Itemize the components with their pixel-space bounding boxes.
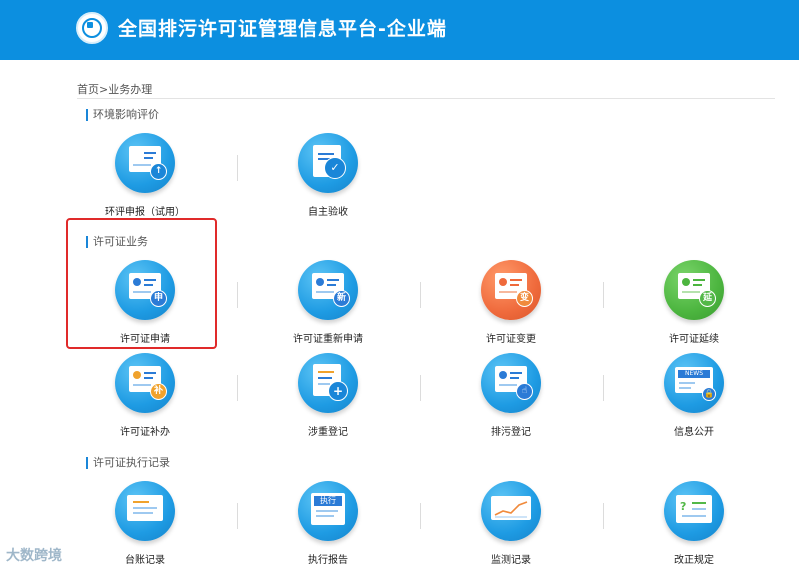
license-extend-button[interactable]: 延 许可证延续: [619, 260, 769, 350]
item-label: 改正规定: [674, 555, 714, 566]
license-extend-icon: 延: [664, 260, 724, 320]
item-label: 台账记录: [125, 555, 165, 566]
execution-report-icon: 执行: [298, 481, 358, 541]
rectification-icon: ?: [664, 481, 724, 541]
news-disclosure-icon: NEWS 🔒: [664, 353, 724, 413]
divider: [603, 375, 604, 401]
monitoring-record-button[interactable]: 监测记录: [436, 481, 586, 571]
execution-report-button[interactable]: 执行 执行报告: [253, 481, 403, 571]
checklist-icon: ✓: [298, 133, 358, 193]
license-reapply-button[interactable]: 新 许可证重新申请: [253, 260, 403, 350]
license-reissue-icon: 补: [115, 353, 175, 413]
item-label: 自主验收: [308, 207, 348, 218]
top-header: 全国排污许可证管理信息平台-企业端: [0, 0, 799, 60]
site-title: 全国排污许可证管理信息平台-企业端: [118, 18, 447, 40]
ledger-record-button[interactable]: 台账记录: [70, 481, 220, 571]
eia-declare-button[interactable]: ↑ 环评申报（试用）: [70, 133, 220, 223]
item-label: 排污登记: [491, 427, 531, 438]
ledger-icon: [115, 481, 175, 541]
license-change-icon: 变: [481, 260, 541, 320]
watermark-logo: 大数跨境: [6, 548, 62, 564]
item-label: 环评申报（试用）: [105, 207, 185, 218]
section-title-execution: 许可证执行记录: [86, 457, 170, 469]
license-change-button[interactable]: 变 许可证变更: [436, 260, 586, 350]
heavy-metal-register-button[interactable]: + 涉重登记: [253, 353, 403, 443]
highlight-annotation: [66, 218, 217, 349]
item-label: 执行报告: [308, 555, 348, 566]
section-title-eia: 环境影响评价: [86, 109, 159, 121]
license-reapply-icon: 新: [298, 260, 358, 320]
item-label: 许可证延续: [669, 334, 719, 345]
item-label: 许可证重新申请: [293, 334, 363, 345]
monitoring-chart-icon: [481, 481, 541, 541]
upload-doc-icon: ↑: [115, 133, 175, 193]
divider: [420, 375, 421, 401]
divider: [237, 503, 238, 529]
item-label: 监测记录: [491, 555, 531, 566]
divider: [603, 503, 604, 529]
divider: [603, 282, 604, 308]
divider: [420, 282, 421, 308]
breadcrumb[interactable]: 首页>业务办理: [77, 81, 152, 97]
discharge-register-icon: ☝: [481, 353, 541, 413]
item-label: 许可证补办: [120, 427, 170, 438]
license-reissue-button[interactable]: 补 许可证补办: [70, 353, 220, 443]
discharge-register-button[interactable]: ☝ 排污登记: [436, 353, 586, 443]
item-label: 许可证变更: [486, 334, 536, 345]
divider: [420, 503, 421, 529]
item-label: 涉重登记: [308, 427, 348, 438]
divider: [237, 375, 238, 401]
breadcrumb-divider: [77, 98, 775, 99]
rectification-button[interactable]: ? 改正规定: [619, 481, 769, 571]
divider: [237, 155, 238, 181]
emblem-logo-icon: [76, 12, 108, 44]
info-disclosure-button[interactable]: NEWS 🔒 信息公开: [619, 353, 769, 443]
divider: [237, 282, 238, 308]
item-label: 信息公开: [674, 427, 714, 438]
heavy-metal-register-icon: +: [298, 353, 358, 413]
self-acceptance-button[interactable]: ✓ 自主验收: [253, 133, 403, 223]
